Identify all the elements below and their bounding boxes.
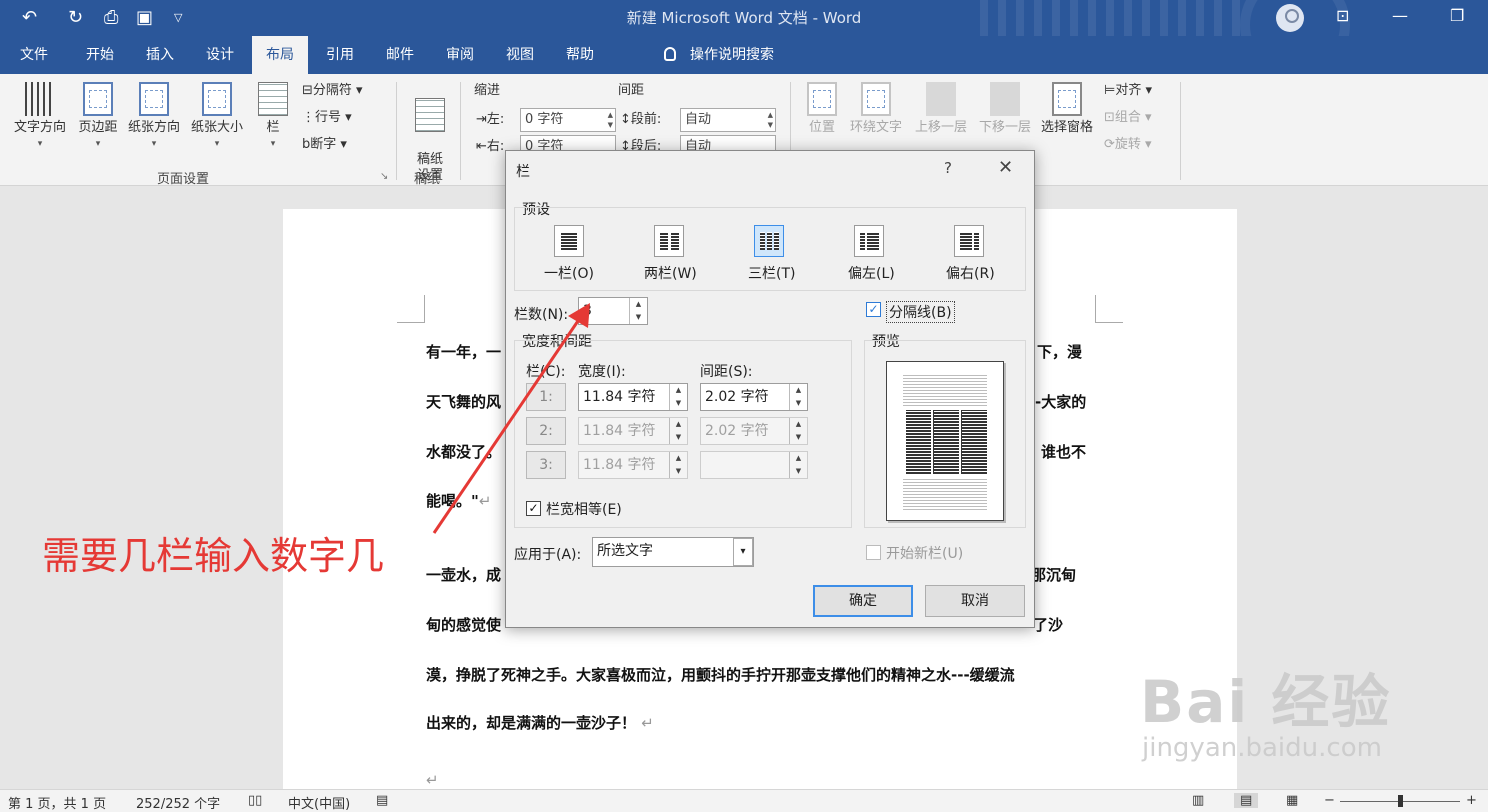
annotation-arrow-line [432,314,584,534]
page-count[interactable]: 第 1 页，共 1 页 [8,793,106,812]
zoom-slider-thumb[interactable] [1398,795,1403,807]
word-count[interactable]: 252/252 个字 [136,793,220,812]
annotation-arrow [432,303,590,534]
zoom-in-button[interactable]: + [1466,793,1477,808]
macro-icon[interactable]: ▤ [376,793,388,808]
annotation-arrow-head [568,303,590,328]
web-layout-icon[interactable]: ▦ [1286,793,1298,808]
read-mode-icon[interactable]: ▥ [1192,793,1204,808]
status-bar: 第 1 页，共 1 页 252/252 个字 ▯▯ 中文(中国) ▤ ▥ ▤ ▦… [0,789,1488,812]
print-layout-icon[interactable]: ▤ [1234,793,1259,808]
proofing-icon[interactable]: ▯▯ [248,793,262,808]
zoom-out-button[interactable]: − [1324,793,1335,808]
language-status[interactable]: 中文(中国) [288,793,350,812]
annotation-text: 需要几栏输入数字几 [42,534,385,578]
